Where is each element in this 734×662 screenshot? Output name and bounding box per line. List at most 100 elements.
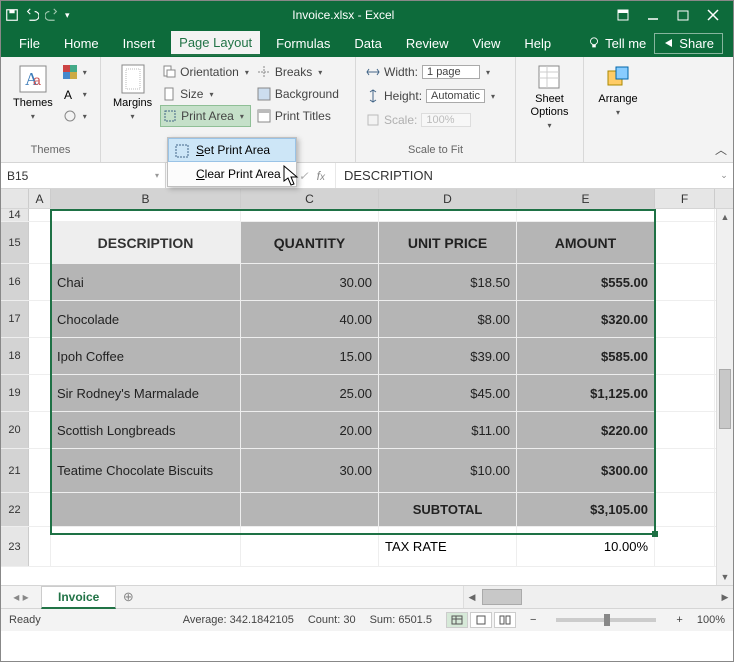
height-icon (366, 89, 380, 103)
background-button[interactable]: Background (255, 83, 341, 105)
zoom-level[interactable]: 100% (697, 614, 725, 626)
themes-button[interactable]: Aa Themes▾ (9, 61, 57, 144)
row-19: 19 Sir Rodney's Marmalade 25.00 $45.00 $… (1, 375, 733, 412)
title-bar: ▾ Invoice.xlsx - Excel (1, 1, 733, 29)
col-E[interactable]: E (517, 189, 655, 208)
zoom-slider[interactable] (556, 618, 656, 622)
print-titles-button[interactable]: Print Titles (255, 105, 341, 127)
row-22: 22 SUBTOTAL $3,105.00 (1, 493, 733, 527)
view-normal[interactable] (446, 612, 468, 628)
margins-button[interactable]: Margins▾ (109, 61, 156, 144)
share-icon (663, 37, 675, 49)
sheet-nav[interactable]: ◂ ▸ (1, 590, 41, 604)
collapse-ribbon-icon[interactable]: ︿ (715, 141, 727, 158)
new-sheet-button[interactable]: ⊕ (116, 589, 140, 605)
view-buttons (446, 612, 516, 628)
row-20: 20 Scottish Longbreads 20.00 $11.00 $220… (1, 412, 733, 449)
redo-icon[interactable] (45, 8, 59, 22)
col-A[interactable]: A (29, 189, 51, 208)
print-area-icon (163, 109, 177, 123)
close-icon[interactable] (707, 9, 719, 21)
size-icon (162, 87, 176, 101)
tab-home[interactable]: Home (56, 32, 107, 55)
print-area-button[interactable]: Print Area▾ (160, 105, 251, 127)
breaks-button[interactable]: Breaks▾ (255, 61, 341, 83)
fonts-icon: A (63, 87, 77, 101)
vertical-scrollbar[interactable]: ▲ ▼ (716, 209, 733, 585)
scale-width[interactable]: Width: 1 page▾ (364, 61, 497, 83)
tab-data[interactable]: Data (346, 32, 389, 55)
tell-me[interactable]: Tell me (587, 36, 646, 51)
scale-percent: Scale: 100% (364, 109, 497, 131)
tab-insert[interactable]: Insert (115, 32, 164, 55)
ribbon-display-icon[interactable] (617, 9, 629, 21)
view-page-break[interactable] (494, 612, 516, 628)
row-16: 16 Chai 30.00 $18.50 $555.00 (1, 264, 733, 301)
expand-formula-icon[interactable]: ⌄ (715, 163, 733, 188)
col-C[interactable]: C (241, 189, 379, 208)
theme-effects-button[interactable]: ▾ (61, 105, 89, 127)
cell-desc-head[interactable]: DESCRIPTION (51, 222, 241, 263)
background-icon (257, 87, 271, 101)
maximize-icon[interactable] (677, 9, 689, 21)
formula-bar: B15▾ ✕ ✓ fx DESCRIPTION ⌄ (1, 163, 733, 189)
row-17: 17 Chocolade 40.00 $8.00 $320.00 (1, 301, 733, 338)
zoom-out[interactable]: − (530, 614, 536, 626)
col-F[interactable]: F (655, 189, 715, 208)
scale-height[interactable]: Height: Automatic▾ (364, 85, 497, 107)
zoom-in[interactable]: + (676, 614, 682, 626)
set-print-area-item[interactable]: Set Print Area (168, 138, 296, 162)
orientation-button[interactable]: Orientation▾ (160, 61, 251, 83)
set-print-area-icon (175, 144, 189, 158)
tab-view[interactable]: View (464, 32, 508, 55)
select-all-corner[interactable] (1, 189, 29, 208)
save-icon[interactable] (5, 8, 19, 22)
minimize-icon[interactable] (647, 9, 659, 21)
col-B[interactable]: B (51, 189, 241, 208)
column-headers: A B C D E F (1, 189, 733, 209)
group-themes: Aa Themes▾ ▾ A▾ ▾ Themes (1, 57, 101, 162)
col-D[interactable]: D (379, 189, 517, 208)
tab-formulas[interactable]: Formulas (268, 32, 338, 55)
tab-review[interactable]: Review (398, 32, 457, 55)
ribbon-tabs: File Home Insert Page Layout Formulas Da… (1, 29, 733, 57)
status-average: Average: 342.1842105 (183, 614, 294, 626)
mouse-cursor-icon (283, 165, 301, 187)
ribbon: Aa Themes▾ ▾ A▾ ▾ Themes Margins▾ Orient… (1, 57, 733, 163)
breaks-icon (257, 65, 271, 79)
share-button[interactable]: Share (654, 33, 723, 54)
scale-icon (366, 113, 380, 127)
sheet-options-button[interactable]: Sheet Options▾ (527, 61, 573, 144)
formula-input[interactable]: DESCRIPTION (336, 163, 715, 188)
view-page-layout[interactable] (470, 612, 492, 628)
sheet-tab-invoice[interactable]: Invoice (41, 586, 116, 609)
scroll-thumb[interactable] (719, 369, 731, 429)
window-title: Invoice.xlsx - Excel (70, 8, 617, 22)
tab-file[interactable]: File (11, 32, 48, 55)
themes-icon: Aa (17, 63, 49, 95)
sheet-tab-bar: ◂ ▸ Invoice ⊕ ◀ ▶ (1, 585, 733, 609)
status-count: Count: 30 (308, 614, 356, 626)
arrange-icon (604, 63, 632, 91)
clear-print-area-item[interactable]: Clear Print Area (168, 162, 296, 186)
svg-text:a: a (33, 72, 41, 88)
effects-icon (63, 109, 77, 123)
arrange-button[interactable]: Arrange▾ (594, 61, 641, 144)
spreadsheet-grid: A B C D E F 14 15 DESCRIPTION QUANTITY U… (1, 189, 733, 585)
horizontal-scrollbar[interactable]: ◀ ▶ (463, 586, 733, 608)
theme-fonts-button[interactable]: A▾ (61, 83, 89, 105)
theme-colors-button[interactable]: ▾ (61, 61, 89, 83)
size-button[interactable]: Size▾ (160, 83, 251, 105)
undo-icon[interactable] (25, 8, 39, 22)
tab-page-layout[interactable]: Page Layout (171, 31, 260, 56)
name-box[interactable]: B15▾ (1, 163, 166, 188)
fx-icon[interactable]: fx (317, 169, 325, 183)
lightbulb-icon (587, 36, 601, 50)
tab-help[interactable]: Help (516, 32, 559, 55)
row-21: 21 Teatime Chocolate Biscuits 30.00 $10.… (1, 449, 733, 493)
row-18: 18 Ipoh Coffee 15.00 $39.00 $585.00 (1, 338, 733, 375)
print-titles-icon (257, 109, 271, 123)
quick-access-toolbar: ▾ (5, 8, 70, 22)
row-15: 15 DESCRIPTION QUANTITY UNIT PRICE AMOUN… (1, 222, 733, 264)
orientation-icon (162, 65, 176, 79)
